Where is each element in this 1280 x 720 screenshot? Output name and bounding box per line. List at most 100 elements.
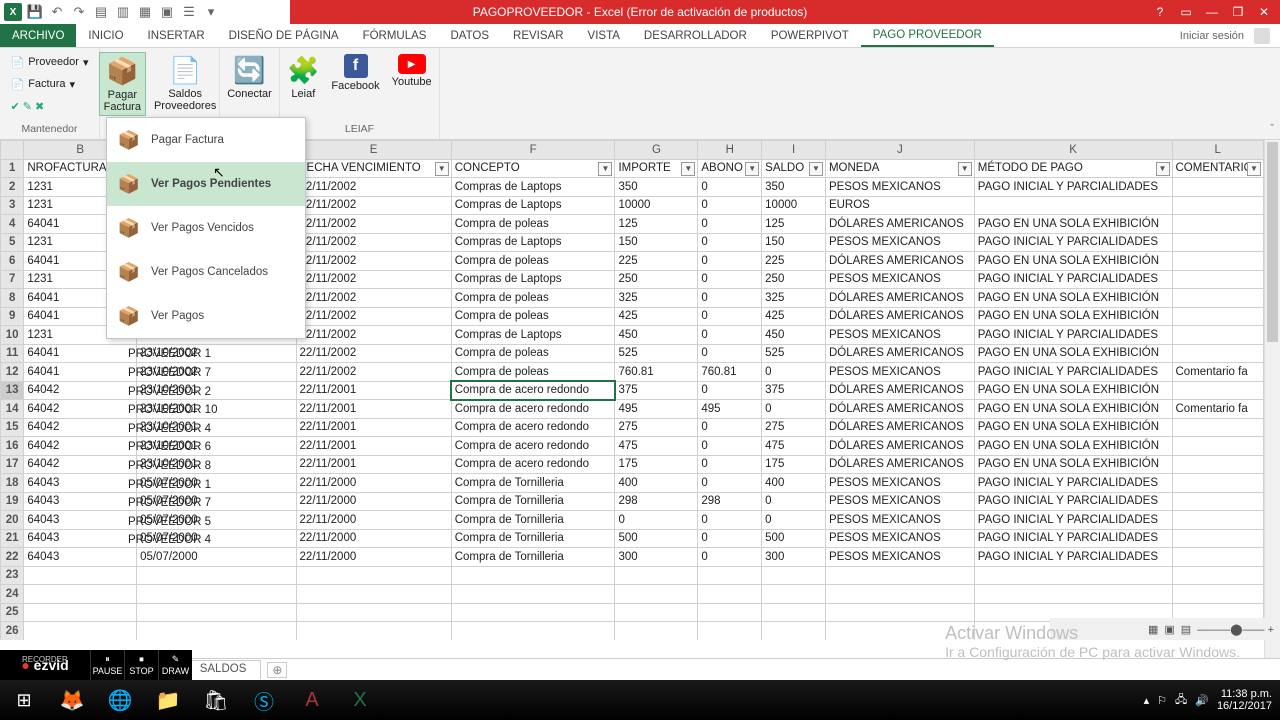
- cell[interactable]: [1172, 344, 1264, 363]
- row-header[interactable]: 14: [1, 400, 24, 419]
- cell[interactable]: [762, 566, 826, 585]
- cell[interactable]: 250: [615, 270, 698, 289]
- cell[interactable]: 0: [762, 492, 826, 511]
- dropdown-item-ver-pagos-cancelados[interactable]: 📦Ver Pagos Cancelados: [107, 250, 305, 294]
- mantenedor-tools[interactable]: ✔ ✎ ✖: [7, 96, 93, 116]
- row-header[interactable]: 9: [1, 307, 24, 326]
- cell[interactable]: 500: [615, 529, 698, 548]
- cell[interactable]: 125: [762, 215, 826, 234]
- cell[interactable]: [1172, 252, 1264, 271]
- ribbon-tab-diseño-de-página[interactable]: DISEÑO DE PÁGINA: [217, 24, 351, 47]
- row-header[interactable]: 15: [1, 418, 24, 437]
- row-header[interactable]: 6: [1, 252, 24, 271]
- cell[interactable]: 64041: [24, 363, 137, 382]
- cell[interactable]: 23/10/2001: [137, 437, 296, 456]
- cell[interactable]: DÓLARES AMERICANOS: [825, 437, 974, 456]
- cell[interactable]: 22/11/2001: [296, 418, 451, 437]
- cell[interactable]: 22/11/2002: [296, 178, 451, 197]
- cell[interactable]: 22/11/2000: [296, 529, 451, 548]
- cell[interactable]: [1172, 566, 1264, 585]
- cell[interactable]: 400: [762, 474, 826, 493]
- cell[interactable]: [1172, 585, 1264, 604]
- filter-dropdown-icon[interactable]: ▼: [809, 162, 823, 176]
- cell[interactable]: 22/11/2001: [296, 381, 451, 400]
- cell[interactable]: PAGO EN UNA SOLA EXHIBICIÓN: [974, 252, 1172, 271]
- cell[interactable]: Compra de acero redondo: [451, 455, 615, 474]
- factura-button[interactable]: 📄Factura▾: [7, 74, 93, 94]
- cell[interactable]: [24, 566, 137, 585]
- cell[interactable]: 23/10/2002: [137, 363, 296, 382]
- cell[interactable]: 05/07/2000: [137, 529, 296, 548]
- cell[interactable]: [1172, 326, 1264, 345]
- cell[interactable]: 0: [698, 381, 762, 400]
- cell[interactable]: DÓLARES AMERICANOS: [825, 344, 974, 363]
- start-button[interactable]: ⊞: [0, 680, 48, 720]
- cell[interactable]: PAGO EN UNA SOLA EXHIBICIÓN: [974, 307, 1172, 326]
- cell[interactable]: 0: [698, 178, 762, 197]
- cell[interactable]: 22/11/2002: [296, 233, 451, 252]
- ribbon-tab-inicio[interactable]: INICIO: [76, 24, 135, 47]
- cell[interactable]: 64043: [24, 511, 137, 530]
- cell[interactable]: 10000: [762, 196, 826, 215]
- cell[interactable]: 175: [615, 455, 698, 474]
- cell[interactable]: PESOS MEXICANOS: [825, 270, 974, 289]
- cell[interactable]: DÓLARES AMERICANOS: [825, 418, 974, 437]
- cell[interactable]: 0: [698, 437, 762, 456]
- cell[interactable]: PAGO INICIAL Y PARCIALIDADES: [974, 511, 1172, 530]
- cell[interactable]: 23/10/2002: [137, 344, 296, 363]
- cell[interactable]: PAGO INICIAL Y PARCIALIDADES: [974, 326, 1172, 345]
- cell[interactable]: Compra de acero redondo: [451, 437, 615, 456]
- ribbon-tab-datos[interactable]: DATOS: [438, 24, 501, 47]
- cell[interactable]: PAGO EN UNA SOLA EXHIBICIÓN: [974, 418, 1172, 437]
- cell[interactable]: [1172, 455, 1264, 474]
- filter-dropdown-icon[interactable]: ▼: [681, 162, 695, 176]
- file-explorer-icon[interactable]: 📁: [144, 680, 192, 720]
- ribbon-tab-vista[interactable]: VISTA: [576, 24, 632, 47]
- cell[interactable]: PAGO EN UNA SOLA EXHIBICIÓN: [974, 289, 1172, 308]
- cell[interactable]: PESOS MEXICANOS: [825, 233, 974, 252]
- column-header[interactable]: E: [296, 141, 451, 160]
- cell[interactable]: Compras de Laptops: [451, 326, 615, 345]
- cell[interactable]: 275: [762, 418, 826, 437]
- cell[interactable]: PAGO INICIAL Y PARCIALIDADES: [974, 474, 1172, 493]
- cell[interactable]: 05/07/2000: [137, 474, 296, 493]
- column-header[interactable]: F: [451, 141, 615, 160]
- dropdown-item-ver-pagos-pendientes[interactable]: 📦Ver Pagos Pendientes: [107, 162, 305, 206]
- vertical-scrollbar[interactable]: [1264, 140, 1280, 658]
- row-header[interactable]: 18: [1, 474, 24, 493]
- chrome-icon[interactable]: 🌐: [96, 680, 144, 720]
- cell[interactable]: 225: [762, 252, 826, 271]
- cell[interactable]: [24, 622, 137, 641]
- filter-header[interactable]: SALDO▼: [762, 159, 826, 178]
- column-header[interactable]: [1, 141, 24, 160]
- cell[interactable]: 64043: [24, 548, 137, 567]
- filter-dropdown-icon[interactable]: ▼: [1247, 162, 1261, 176]
- column-header[interactable]: J: [825, 141, 974, 160]
- row-header[interactable]: 25: [1, 603, 24, 622]
- cell[interactable]: 0: [698, 307, 762, 326]
- cell[interactable]: Compras de Laptops: [451, 233, 615, 252]
- column-header[interactable]: G: [615, 141, 698, 160]
- leiaf-button[interactable]: 🧩 Leiaf: [283, 52, 323, 102]
- access-icon[interactable]: A: [288, 680, 336, 720]
- cell[interactable]: Compras de Laptops: [451, 270, 615, 289]
- cell[interactable]: PAGO EN UNA SOLA EXHIBICIÓN: [974, 344, 1172, 363]
- ribbon-tab-pago-proveedor[interactable]: PAGO PROVEEDOR: [861, 24, 994, 47]
- cell[interactable]: Compra de acero redondo: [451, 381, 615, 400]
- cell[interactable]: Compra de Tornilleria: [451, 548, 615, 567]
- row-header[interactable]: 24: [1, 585, 24, 604]
- filter-header[interactable]: CONCEPTO▼: [451, 159, 615, 178]
- cell[interactable]: 375: [762, 381, 826, 400]
- cell[interactable]: PESOS MEXICANOS: [825, 178, 974, 197]
- firefox-icon[interactable]: 🦊: [48, 680, 96, 720]
- cell[interactable]: [296, 603, 451, 622]
- cell[interactable]: DÓLARES AMERICANOS: [825, 252, 974, 271]
- cell[interactable]: Compra de poleas: [451, 344, 615, 363]
- filter-dropdown-icon[interactable]: ▼: [598, 162, 612, 176]
- cell[interactable]: [615, 585, 698, 604]
- dropdown-item-ver-pagos[interactable]: 📦Ver Pagos: [107, 294, 305, 338]
- cell[interactable]: 225: [615, 252, 698, 271]
- cell[interactable]: 0: [698, 196, 762, 215]
- cell[interactable]: PAGO EN UNA SOLA EXHIBICIÓN: [974, 455, 1172, 474]
- cell[interactable]: 0: [762, 400, 826, 419]
